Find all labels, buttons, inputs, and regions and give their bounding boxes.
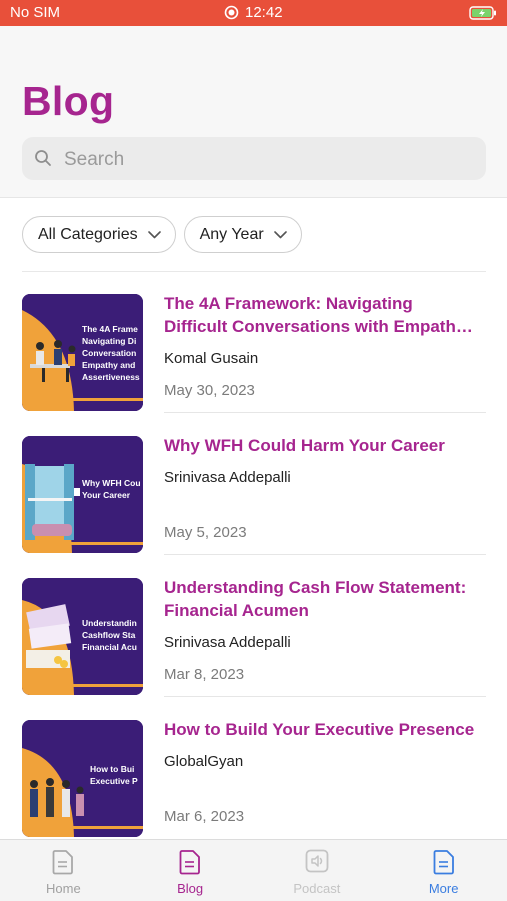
thumbnail-text: The 4A Frame: [82, 324, 138, 334]
tab-blog[interactable]: Blog: [127, 840, 254, 901]
post-item[interactable]: Understandin Cashflow Sta Financial Acu …: [0, 556, 507, 698]
thumbnail-text: Navigating Di: [82, 336, 136, 346]
post-title[interactable]: Understanding Cash Flow Statement: Finan…: [164, 576, 479, 622]
post-item[interactable]: Why WFH Cou Your Career Why WFH Could Ha…: [0, 414, 507, 556]
year-filter-label: Any Year: [199, 225, 264, 243]
tab-label: Blog: [177, 881, 204, 896]
category-filter-label: All Categories: [38, 225, 138, 243]
status-bar: No SIM 12:42: [0, 0, 507, 26]
chevron-down-icon: [273, 230, 287, 238]
search-icon: [35, 150, 51, 166]
post-title[interactable]: How to Build Your Executive Presence: [164, 718, 479, 741]
thumbnail-text: Financial Acu: [82, 642, 137, 652]
post-author: GlobalGyan: [164, 753, 244, 770]
thumbnail-text: Your Career: [82, 490, 131, 500]
post-title[interactable]: The 4A Framework: Navigating Difficult C…: [164, 292, 479, 338]
chevron-down-icon: [147, 230, 161, 238]
divider: [164, 696, 486, 697]
post-author: Srinivasa Addepalli: [164, 469, 291, 486]
document-icon: [52, 850, 74, 875]
clock-time: 12:42: [245, 4, 283, 21]
document-icon: [433, 850, 454, 875]
battery-icon: [469, 6, 497, 24]
thumbnail-text: Conversation: [82, 348, 136, 358]
post-title[interactable]: Why WFH Could Harm Your Career: [164, 434, 479, 457]
post-date: Mar 8, 2023: [164, 666, 245, 683]
thumbnail-text: Empathy and: [82, 360, 135, 370]
record-icon: [224, 5, 239, 20]
category-filter-dropdown[interactable]: All Categories: [22, 216, 176, 253]
clock: 12:42: [224, 4, 283, 21]
tab-more[interactable]: More: [380, 840, 507, 901]
post-author: Komal Gusain: [164, 350, 259, 367]
search-box[interactable]: [22, 137, 486, 182]
document-icon: [179, 850, 201, 875]
thumbnail-text: Why WFH Cou: [82, 478, 141, 488]
tab-label: Home: [46, 881, 81, 896]
post-date: May 5, 2023: [164, 524, 247, 541]
post-date: May 30, 2023: [164, 382, 255, 399]
post-date: Mar 6, 2023: [164, 808, 245, 825]
post-item[interactable]: The 4A Frame Navigating Di Conversation …: [0, 272, 507, 414]
search-input[interactable]: [62, 137, 476, 182]
thumbnail-text: Assertiveness: [82, 372, 140, 382]
post-thumbnail: The 4A Frame Navigating Di Conversation …: [22, 294, 143, 411]
tab-label: More: [428, 881, 459, 896]
tab-label: Podcast: [293, 881, 341, 896]
carrier-label: No SIM: [10, 4, 61, 21]
post-thumbnail: How to Bui Executive P: [22, 720, 143, 837]
post-item[interactable]: How to Bui Executive P How to Build Your…: [0, 698, 507, 840]
thumbnail-text: Executive P: [90, 776, 138, 786]
tab-home[interactable]: Home: [0, 840, 127, 901]
post-thumbnail: Understandin Cashflow Sta Financial Acu: [22, 578, 143, 695]
filter-bar: All Categories Any Year: [22, 216, 302, 253]
tab-podcast[interactable]: Podcast: [254, 840, 381, 901]
post-thumbnail: Why WFH Cou Your Career: [22, 436, 143, 553]
page-title: Blog: [22, 78, 115, 124]
header: Blog: [0, 26, 507, 198]
divider: [164, 554, 486, 555]
thumbnail-text: Understandin: [82, 618, 137, 628]
divider: [164, 412, 486, 413]
podcast-icon: [305, 849, 329, 873]
post-author: Srinivasa Addepalli: [164, 634, 291, 651]
thumbnail-text: Cashflow Sta: [82, 630, 136, 640]
thumbnail-text: How to Bui: [90, 764, 134, 774]
tab-bar: Home Blog Podcast More: [0, 839, 507, 901]
year-filter-dropdown[interactable]: Any Year: [183, 216, 302, 253]
